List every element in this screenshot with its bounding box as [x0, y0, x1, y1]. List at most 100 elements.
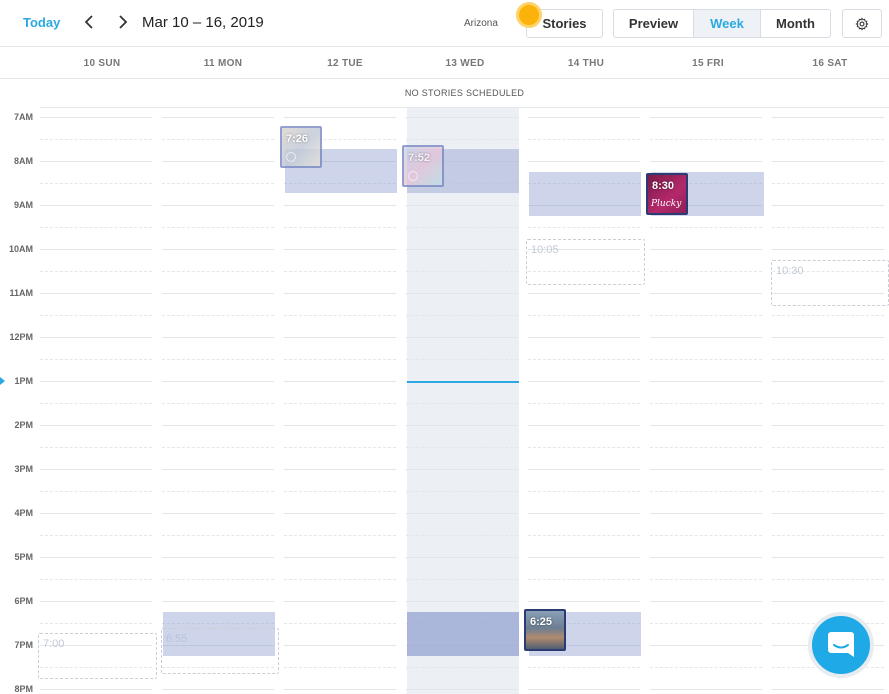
half-hour-gridline — [284, 579, 396, 580]
hour-gridline — [772, 601, 884, 602]
half-hour-gridline — [40, 447, 152, 448]
empty-slot-thu[interactable]: 10:05 — [526, 239, 645, 285]
post-thumbnail-wed[interactable]: 7:52 — [402, 145, 444, 187]
day-header-row: 10 SUN 11 MON 12 TUE 13 WED 14 THU 15 FR… — [0, 46, 889, 79]
hour-gridline — [40, 425, 152, 426]
story-icon — [408, 171, 418, 181]
hour-gridline — [406, 557, 518, 558]
hour-gridline — [650, 557, 762, 558]
hour-gridline — [406, 513, 518, 514]
half-hour-gridline — [162, 403, 274, 404]
scheduled-slot[interactable] — [407, 612, 519, 656]
half-hour-gridline — [650, 139, 762, 140]
hour-gridline — [40, 337, 152, 338]
hour-gridline — [772, 381, 884, 382]
day-header-wed[interactable]: 13 WED — [404, 58, 526, 69]
day-header-sun[interactable]: 10 SUN — [41, 58, 163, 69]
day-header-fri[interactable]: 15 FRI — [647, 58, 769, 69]
half-hour-gridline — [406, 579, 518, 580]
post-time: 7:52 — [408, 152, 431, 164]
hour-gridline — [406, 205, 518, 206]
hour-gridline — [406, 337, 518, 338]
story-icon — [286, 152, 296, 162]
half-hour-gridline — [772, 491, 884, 492]
half-hour-gridline — [406, 315, 518, 316]
post-thumbnail-fri[interactable]: 8:30 Plucky — [646, 173, 688, 215]
hour-gridline — [162, 381, 274, 382]
hour-gridline — [528, 425, 640, 426]
hour-gridline — [406, 469, 518, 470]
hour-label: 10AM — [8, 244, 33, 254]
half-hour-gridline — [528, 403, 640, 404]
chevron-left-icon[interactable] — [82, 12, 96, 32]
week-grid[interactable]: 7AM 8AM 9AM 10AM 11AM 12PM 1PM 2PM 3PM 4PM 5PM 6PM 7… — [0, 108, 889, 694]
current-time-line — [407, 381, 519, 383]
hour-gridline — [284, 645, 396, 646]
half-hour-gridline — [650, 623, 762, 624]
post-thumbnail-tue[interactable]: 7:26 — [280, 126, 322, 168]
day-header-thu[interactable]: 14 THU — [525, 58, 647, 69]
half-hour-gridline — [284, 271, 396, 272]
half-hour-gridline — [772, 447, 884, 448]
hour-gridline — [284, 381, 396, 382]
day-header-mon[interactable]: 11 MON — [162, 58, 284, 69]
hour-gridline — [284, 117, 396, 118]
half-hour-gridline — [162, 447, 274, 448]
scheduled-slot[interactable] — [529, 172, 641, 216]
half-hour-gridline — [40, 183, 152, 184]
chat-launcher-button[interactable] — [808, 612, 874, 678]
half-hour-gridline — [772, 359, 884, 360]
half-hour-gridline — [772, 579, 884, 580]
hour-gridline — [406, 293, 518, 294]
settings-button[interactable] — [842, 9, 882, 38]
today-column — [407, 108, 519, 694]
hour-gridline — [406, 601, 518, 602]
half-hour-gridline — [650, 271, 762, 272]
half-hour-gridline — [650, 315, 762, 316]
half-hour-gridline — [284, 447, 396, 448]
half-hour-gridline — [650, 227, 762, 228]
half-hour-gridline — [650, 447, 762, 448]
post-caption: Plucky — [651, 199, 682, 209]
post-thumbnail-thu[interactable]: 6:25 — [524, 609, 566, 651]
today-button[interactable]: Today — [23, 15, 60, 30]
chevron-right-icon[interactable] — [116, 12, 130, 32]
half-hour-gridline — [528, 535, 640, 536]
half-hour-gridline — [650, 535, 762, 536]
hour-gridline — [40, 557, 152, 558]
view-week-button[interactable]: Week — [693, 9, 761, 38]
hour-label: 7PM — [14, 640, 33, 650]
half-hour-gridline — [40, 491, 152, 492]
gear-icon — [855, 16, 869, 31]
view-month-button[interactable]: Month — [760, 9, 831, 38]
half-hour-gridline — [284, 227, 396, 228]
hour-gridline — [284, 205, 396, 206]
day-header-tue[interactable]: 12 TUE — [284, 58, 406, 69]
post-time: 7:26 — [286, 133, 309, 145]
half-hour-gridline — [406, 403, 518, 404]
current-time-marker — [0, 377, 5, 385]
timezone-label[interactable]: Arizona — [464, 18, 498, 29]
empty-slot-sat[interactable]: 10:30 — [771, 260, 889, 306]
half-hour-gridline — [40, 227, 152, 228]
hour-gridline — [528, 117, 640, 118]
half-hour-gridline — [772, 535, 884, 536]
half-hour-gridline — [528, 447, 640, 448]
hour-gridline — [650, 117, 762, 118]
hour-gridline — [772, 469, 884, 470]
hour-gridline — [772, 205, 884, 206]
hour-gridline — [650, 381, 762, 382]
hour-gridline — [40, 293, 152, 294]
hour-gridline — [284, 513, 396, 514]
hour-gridline — [650, 425, 762, 426]
half-hour-gridline — [284, 315, 396, 316]
empty-slot-sun[interactable]: 7:00 — [38, 633, 157, 679]
empty-slot-mon[interactable]: 6:55 — [161, 628, 279, 674]
half-hour-gridline — [162, 139, 274, 140]
hour-gridline — [284, 293, 396, 294]
day-header-sat[interactable]: 16 SAT — [769, 58, 889, 69]
hour-gridline — [40, 601, 152, 602]
hour-label: 5PM — [14, 552, 33, 562]
view-preview-button[interactable]: Preview — [613, 9, 694, 38]
half-hour-gridline — [406, 535, 518, 536]
